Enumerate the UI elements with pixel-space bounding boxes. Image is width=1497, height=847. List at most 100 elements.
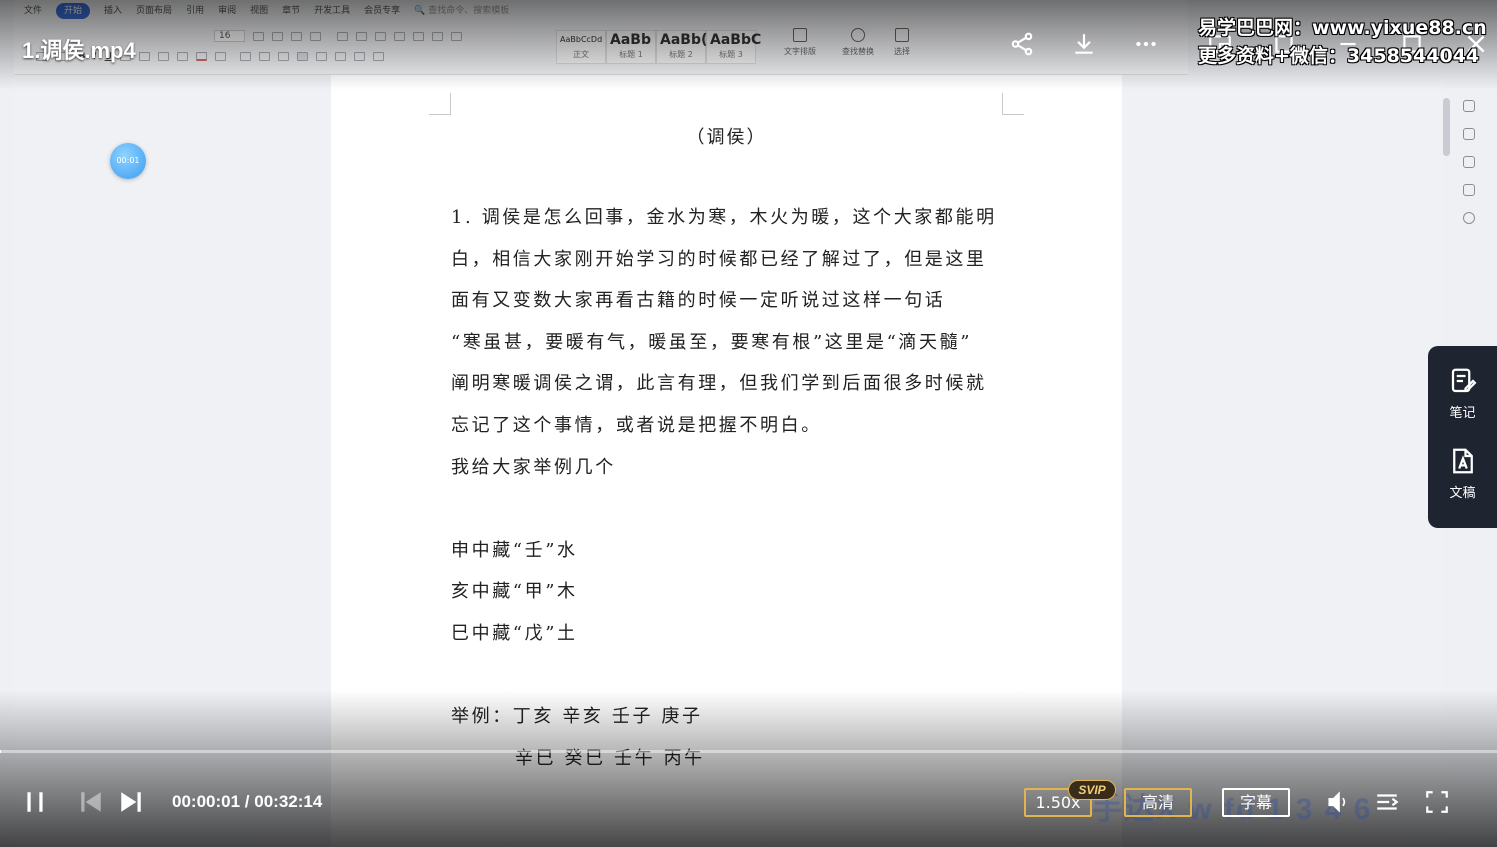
numbering-icon[interactable] bbox=[356, 31, 368, 41]
previous-button[interactable] bbox=[78, 786, 104, 818]
shrink-font-icon[interactable] bbox=[272, 31, 284, 41]
notes-button[interactable]: 笔记 bbox=[1428, 366, 1497, 421]
char-border-icon[interactable] bbox=[214, 51, 226, 61]
font-color-icon[interactable] bbox=[195, 51, 207, 61]
highlight-icon[interactable] bbox=[176, 51, 188, 61]
style-sample: AaBbC bbox=[710, 32, 762, 48]
pointer-icon[interactable] bbox=[1463, 156, 1475, 168]
grow-font-icon[interactable] bbox=[253, 31, 265, 41]
show-marks-icon[interactable] bbox=[451, 31, 463, 41]
draft-button[interactable]: 文稿 bbox=[1428, 446, 1497, 501]
document-line: 面有又变数大家再看古籍的时候一定听说过这样一句话 bbox=[451, 290, 946, 312]
style-preset[interactable]: AaBb 标题 1 bbox=[606, 30, 656, 64]
subtitle-button[interactable]: 字幕 bbox=[1222, 788, 1290, 817]
word-menu-item[interactable]: 页面布局 bbox=[136, 3, 172, 19]
outdent-icon[interactable] bbox=[375, 31, 387, 41]
bookmark-time-bubble[interactable]: 00:01 bbox=[110, 143, 146, 179]
word-menu-item[interactable]: 开始 bbox=[56, 3, 91, 19]
word-menu-item[interactable]: 章节 bbox=[282, 3, 300, 19]
duration: 00:32:14 bbox=[254, 792, 323, 811]
sort-icon[interactable] bbox=[432, 31, 444, 41]
adjust-icon[interactable] bbox=[1463, 184, 1475, 196]
draft-label: 文稿 bbox=[1449, 486, 1476, 501]
word-menu-bar: 文件 开始 插入 页面布局 引用 审阅 视图 章节 开发工具 会员专享 🔍 查找命令、搜索模板 bbox=[14, 3, 509, 19]
document-line: “寒虽甚，要暖有气，暖虽至，要寒有根”这里是“滴天髓” bbox=[451, 331, 973, 353]
style-preset[interactable]: AaBbCcDd 正文 bbox=[556, 30, 606, 64]
borders-icon[interactable] bbox=[372, 51, 384, 61]
align-left-icon[interactable] bbox=[239, 51, 251, 61]
word-menu-item[interactable]: 文件 bbox=[24, 3, 42, 19]
volume-button[interactable] bbox=[1322, 786, 1356, 818]
style-caption: 正文 bbox=[573, 50, 589, 59]
progress-bar-fill bbox=[0, 750, 1, 753]
word-menu-item[interactable]: 会员专享 bbox=[364, 3, 400, 19]
time-display: 00:00:01 / 00:32:14 bbox=[172, 790, 322, 814]
line-spacing-icon[interactable] bbox=[334, 51, 346, 61]
bullets-icon[interactable] bbox=[337, 31, 349, 41]
font-size-box[interactable]: 16 bbox=[214, 30, 246, 42]
ribbon-tool-caption: 查找替换 bbox=[842, 47, 874, 56]
current-time: 00:00:01 bbox=[172, 792, 241, 811]
word-menu-item[interactable]: 视图 bbox=[250, 3, 268, 19]
distribute-icon[interactable] bbox=[315, 51, 327, 61]
word-menu-item[interactable]: 插入 bbox=[104, 3, 122, 19]
style-sample: AaBb( bbox=[660, 32, 708, 48]
style-caption: 标题 1 bbox=[619, 50, 643, 59]
more-icon[interactable] bbox=[1132, 31, 1160, 59]
help-icon[interactable] bbox=[1463, 212, 1475, 224]
style-preset[interactable]: AaBb(标题 2 bbox=[656, 30, 708, 64]
time-separator: / bbox=[244, 792, 255, 811]
playlist-icon bbox=[1377, 794, 1399, 810]
watermark-line-2: 更多资料+微信：3458544044 bbox=[1198, 45, 1480, 67]
clear-format-icon[interactable] bbox=[291, 31, 303, 41]
document-line: 巳中藏“戊”土 bbox=[451, 622, 578, 644]
word-menu-item[interactable]: 引用 bbox=[186, 3, 204, 19]
subscript-icon[interactable] bbox=[157, 51, 169, 61]
notes-label: 笔记 bbox=[1449, 406, 1476, 421]
document-line: 白，相信大家刚开始学习的时候都已经了解过了，但是这里 bbox=[451, 248, 987, 270]
shading-icon[interactable] bbox=[353, 51, 365, 61]
ribbon-tool-button[interactable]: 选择 bbox=[880, 28, 924, 57]
ribbon-tool-button[interactable]: 文字排版 bbox=[778, 28, 822, 57]
document-line: 1. 调侯是怎么回事，金水为寒，木火为暖，这个大家都能明 bbox=[451, 207, 997, 228]
video-title: 1.调侯.mp4 bbox=[22, 38, 136, 63]
download-icon[interactable] bbox=[1070, 31, 1098, 59]
volume-icon bbox=[1328, 791, 1346, 813]
side-panel: 笔记 文稿 bbox=[1428, 346, 1497, 528]
scrollbar-thumb[interactable] bbox=[1443, 98, 1450, 156]
word-search-box[interactable]: 🔍 查找命令、搜索模板 bbox=[414, 3, 509, 19]
indent-icon[interactable] bbox=[394, 31, 406, 41]
ribbon-tool-button[interactable]: 查找替换 bbox=[836, 28, 880, 57]
word-menu-item[interactable]: 开发工具 bbox=[314, 3, 350, 19]
word-menu-item[interactable]: 审阅 bbox=[218, 3, 236, 19]
quality-button[interactable]: 高清 bbox=[1124, 788, 1192, 817]
text-layout-icon bbox=[793, 28, 807, 42]
pause-button[interactable] bbox=[22, 786, 48, 818]
svip-badge: SVIP bbox=[1068, 780, 1116, 800]
pen-icon[interactable] bbox=[1463, 128, 1475, 140]
fullscreen-button[interactable] bbox=[1422, 786, 1452, 818]
justify-icon[interactable] bbox=[296, 51, 308, 61]
send-icon[interactable] bbox=[1463, 100, 1475, 112]
share-icon[interactable] bbox=[1008, 31, 1036, 59]
phonetic-icon[interactable] bbox=[310, 31, 322, 41]
previous-icon bbox=[81, 792, 101, 812]
site-watermark: 易学巴巴网：www.yixue88.cn 更多资料+微信：3458544044 bbox=[1198, 14, 1487, 70]
style-caption: 标题 3 bbox=[719, 50, 743, 59]
progress-bar[interactable] bbox=[0, 750, 1497, 753]
draft-icon bbox=[1452, 448, 1473, 474]
align-right-icon[interactable] bbox=[277, 51, 289, 61]
chinese-layout-icon[interactable] bbox=[413, 31, 425, 41]
select-cursor-icon bbox=[895, 28, 909, 42]
style-sample: AaBbCcDd bbox=[560, 35, 603, 44]
superscript-icon[interactable] bbox=[138, 51, 150, 61]
find-replace-icon bbox=[851, 28, 865, 42]
toolbar-row-1: 16 bbox=[104, 27, 463, 45]
style-preset[interactable]: AaBbC 标题 3 bbox=[706, 30, 762, 64]
margin-mark-top-right bbox=[1002, 93, 1024, 115]
next-button[interactable] bbox=[118, 786, 144, 818]
playlist-button[interactable] bbox=[1372, 786, 1402, 818]
document-title: （调侯） bbox=[686, 127, 767, 148]
fullscreen-icon bbox=[1426, 791, 1448, 813]
align-center-icon[interactable] bbox=[258, 51, 270, 61]
